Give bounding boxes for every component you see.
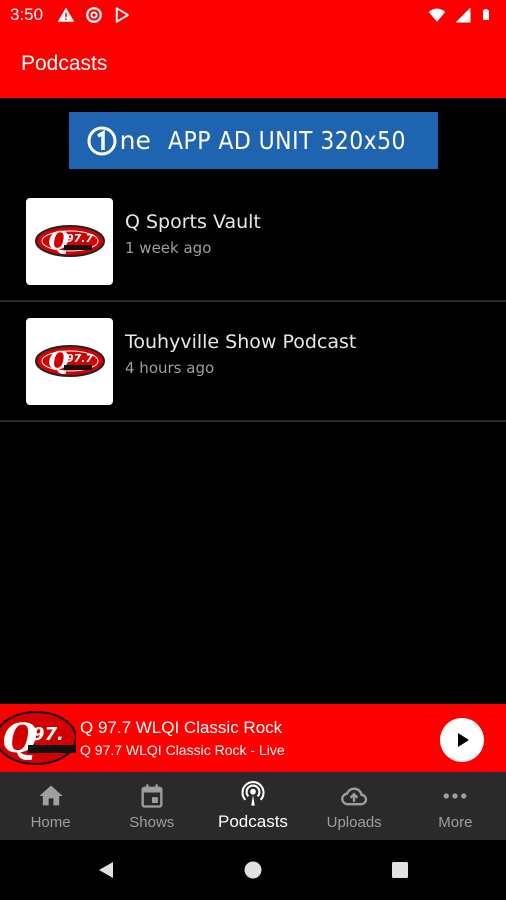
one-logo-icon — [87, 126, 117, 155]
podcast-item[interactable]: Q 97.7 Q Sports Vault 1 week ago — [0, 182, 506, 302]
nav-item-home[interactable]: Home — [0, 772, 101, 840]
nav-label-podcasts: Podcasts — [218, 812, 288, 831]
ad-logo-text: ne — [119, 126, 151, 155]
at-sign-icon — [86, 7, 102, 23]
svg-text:97.: 97. — [32, 724, 64, 745]
cloud-upload-icon — [341, 787, 368, 805]
podcast-title: Touhyville Show Podcast — [125, 331, 357, 353]
status-system-icons — [428, 6, 492, 24]
q977-station-logo-icon: Q 97. — [0, 711, 76, 765]
nav-item-podcasts[interactable]: Podcasts — [202, 772, 303, 840]
podcast-list: Q 97.7 Q Sports Vault 1 week ago Q 97.7 … — [0, 182, 506, 422]
app-bar: Podcasts — [0, 30, 506, 98]
now-playing-bar[interactable]: Q 97. Q 97.7 WLQI Classic Rock Q 97.7 WL… — [0, 704, 506, 772]
status-bar: 3:50 — [0, 0, 506, 30]
back-icon[interactable] — [96, 860, 116, 880]
warning-icon — [57, 7, 75, 22]
recents-icon[interactable] — [390, 860, 410, 880]
play-store-icon — [115, 7, 130, 23]
svg-text:97.7: 97.7 — [66, 232, 93, 245]
home-circle-icon[interactable] — [243, 860, 263, 880]
nav-label-uploads: Uploads — [326, 813, 382, 831]
podcast-thumbnail: Q 97.7 — [26, 197, 113, 285]
nav-label-home: Home — [30, 813, 71, 831]
page-title: Podcasts — [21, 52, 108, 75]
ad-text: APP AD UNIT 320x50 — [167, 126, 406, 155]
signal-icon — [455, 7, 471, 23]
podcast-icon — [241, 781, 265, 806]
podcast-title: Q Sports Vault — [125, 211, 261, 233]
home-icon — [38, 785, 63, 805]
station-logo: Q 97. — [0, 704, 76, 772]
status-time: 3:50 — [10, 5, 44, 24]
ad-logo: ne — [69, 112, 168, 169]
nav-item-more[interactable]: More — [405, 772, 506, 840]
q977-logo-icon: Q 97.7 — [34, 345, 105, 377]
podcast-timestamp: 4 hours ago — [125, 359, 215, 377]
podcast-thumbnail: Q 97.7 — [26, 317, 113, 405]
bottom-navigation: Home Shows Podcasts Uploads More — [0, 772, 506, 840]
calendar-icon — [141, 783, 163, 808]
nav-item-uploads[interactable]: Uploads — [304, 772, 405, 840]
q977-logo-icon: Q 97.7 — [34, 225, 105, 257]
nav-item-shows[interactable]: Shows — [101, 772, 202, 840]
more-icon — [443, 792, 467, 799]
system-navigation-bar — [0, 840, 506, 900]
play-button[interactable] — [440, 718, 484, 762]
wifi-icon — [428, 8, 446, 22]
nav-label-more: More — [438, 813, 473, 831]
nav-label-shows: Shows — [129, 813, 175, 831]
ad-banner[interactable]: ne APP AD UNIT 320x50 — [69, 112, 438, 169]
now-playing-subtitle: Q 97.7 WLQI Classic Rock - Live — [80, 742, 285, 758]
podcast-timestamp: 1 week ago — [125, 239, 212, 257]
battery-icon — [483, 9, 489, 20]
status-notification-icons — [57, 6, 131, 24]
podcast-item[interactable]: Q 97.7 Touhyville Show Podcast 4 hours a… — [0, 302, 506, 422]
play-icon — [458, 733, 469, 747]
now-playing-station: Q 97.7 WLQI Classic Rock — [80, 718, 283, 737]
svg-text:97.7: 97.7 — [66, 352, 93, 365]
